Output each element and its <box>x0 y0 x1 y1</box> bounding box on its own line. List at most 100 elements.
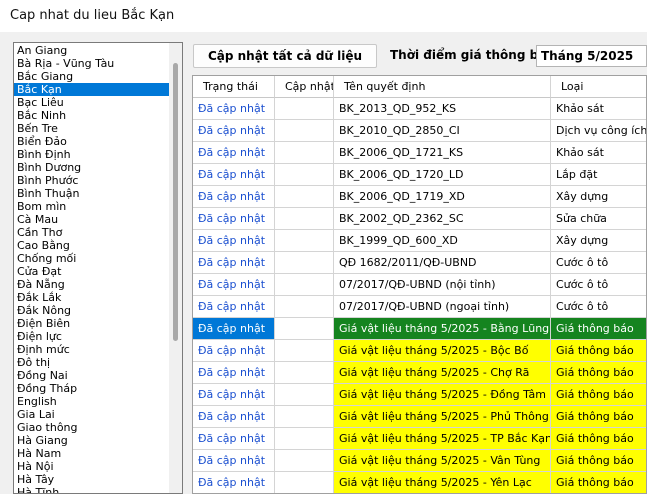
update-cell[interactable] <box>275 384 334 406</box>
type-cell[interactable]: Giá thông báo <box>551 472 646 493</box>
type-cell[interactable]: Giá thông báo <box>551 384 646 406</box>
decision-name-cell[interactable]: BK_1999_QD_600_XD <box>334 230 551 252</box>
type-cell[interactable]: Xây dựng <box>551 230 646 252</box>
table-row[interactable]: Đã cập nhật 07/2017/QĐ-UBND (ngoại tỉnh) C… <box>193 296 646 318</box>
province-item[interactable]: Cao Bằng <box>14 239 170 252</box>
province-item[interactable]: Bình Định <box>14 148 170 161</box>
table-row[interactable]: Đã cập nhật BK_2006_QD_1720_LD Lắp đặt <box>193 164 646 186</box>
decision-name-cell[interactable]: Giá vật liệu tháng 5/2025 - Yên Lạc <box>334 472 551 493</box>
decision-name-cell[interactable]: Giá vật liệu tháng 5/2025 - TP Bắc Kạn <box>334 428 551 450</box>
update-all-button[interactable]: Cập nhật tất cả dữ liệu <box>193 44 377 68</box>
update-cell[interactable] <box>275 142 334 164</box>
status-cell[interactable]: Đã cập nhật <box>193 274 275 296</box>
table-row[interactable]: Đã cập nhật Giá vật liệu tháng 5/2025 - Đ… <box>193 384 646 406</box>
decision-name-cell[interactable]: Giá vật liệu tháng 5/2025 - Bộc Bố <box>334 340 551 362</box>
decision-name-cell[interactable]: BK_2006_QD_1720_LD <box>334 164 551 186</box>
decision-name-cell[interactable]: Giá vật liệu tháng 5/2025 - Vân Tùng <box>334 450 551 472</box>
column-header-update[interactable]: Cập nhật <box>275 76 334 98</box>
table-row[interactable]: Đã cập nhật 07/2017/QĐ-UBND (nội tỉnh) Cướ… <box>193 274 646 296</box>
update-cell[interactable] <box>275 98 334 120</box>
update-cell[interactable] <box>275 472 334 493</box>
status-cell[interactable]: Đã cập nhật <box>193 384 275 406</box>
update-cell[interactable] <box>275 450 334 472</box>
province-item[interactable]: Hà Giang <box>14 434 170 447</box>
province-item[interactable]: Cà Mau <box>14 213 170 226</box>
decision-name-cell[interactable]: QĐ 1682/2011/QĐ-UBND <box>334 252 551 274</box>
status-cell[interactable]: Đã cập nhật <box>193 164 275 186</box>
status-cell[interactable]: Đã cập nhật <box>193 252 275 274</box>
type-cell[interactable]: Cước ô tô <box>551 252 646 274</box>
update-cell[interactable] <box>275 230 334 252</box>
province-item[interactable]: Bến Tre <box>14 122 170 135</box>
type-cell[interactable]: Cước ô tô <box>551 296 646 318</box>
decision-name-cell[interactable]: 07/2017/QĐ-UBND (nội tỉnh) <box>334 274 551 296</box>
status-cell[interactable]: Đã cập nhật <box>193 340 275 362</box>
province-item[interactable]: Cần Thơ <box>14 226 170 239</box>
province-item[interactable]: Hà Nam <box>14 447 170 460</box>
province-item[interactable]: Hà Tây <box>14 473 170 486</box>
status-cell[interactable]: Đã cập nhật <box>193 450 275 472</box>
province-item[interactable]: Bạc Liêu <box>14 96 170 109</box>
province-item[interactable]: Hà Tĩnh <box>14 486 170 493</box>
province-item[interactable]: Đô thị <box>14 356 170 369</box>
province-item[interactable]: Định mức <box>14 343 170 356</box>
type-cell[interactable]: Giá thông báo <box>551 362 646 384</box>
type-cell[interactable]: Giá thông báo <box>551 340 646 362</box>
table-row[interactable]: Đã cập nhật Giá vật liệu tháng 5/2025 - B… <box>193 340 646 362</box>
column-header-name[interactable]: Tên quyết định <box>334 76 551 98</box>
status-cell[interactable]: Đã cập nhật <box>193 120 275 142</box>
update-cell[interactable] <box>275 318 334 340</box>
decision-name-cell[interactable]: 07/2017/QĐ-UBND (ngoại tỉnh) <box>334 296 551 318</box>
status-cell[interactable]: Đã cập nhật <box>193 428 275 450</box>
status-cell[interactable]: Đã cập nhật <box>193 472 275 493</box>
update-cell[interactable] <box>275 186 334 208</box>
province-item[interactable]: Chống mối <box>14 252 170 265</box>
decision-name-cell[interactable]: BK_2006_QD_1719_XD <box>334 186 551 208</box>
province-item[interactable]: Đắk Lắk <box>14 291 170 304</box>
decision-name-cell[interactable]: Giá vật liệu tháng 5/2025 - Đồng Tâm <box>334 384 551 406</box>
table-row[interactable]: Đã cập nhật QĐ 1682/2011/QĐ-UBND Cước ô tô <box>193 252 646 274</box>
province-item[interactable]: Bình Dương <box>14 161 170 174</box>
decision-name-cell[interactable]: Giá vật liệu tháng 5/2025 - Phủ Thông <box>334 406 551 428</box>
province-item[interactable]: Đà Nẵng <box>14 278 170 291</box>
type-cell[interactable]: Giá thông báo <box>551 406 646 428</box>
update-cell[interactable] <box>275 340 334 362</box>
status-cell[interactable]: Đã cập nhật <box>193 296 275 318</box>
column-header-status[interactable]: Trạng thái <box>193 76 275 98</box>
status-cell[interactable]: Đã cập nhật <box>193 230 275 252</box>
province-list-scrollbar[interactable] <box>169 43 182 493</box>
period-select[interactable]: Tháng 5/2025 <box>536 45 647 67</box>
update-cell[interactable] <box>275 252 334 274</box>
province-item[interactable]: Hà Nội <box>14 460 170 473</box>
decision-name-cell[interactable]: Giá vật liệu tháng 5/2025 - Bằng Lũng <box>334 318 551 340</box>
status-cell[interactable]: Đã cập nhật <box>193 406 275 428</box>
province-item[interactable]: An Giang <box>14 44 170 57</box>
update-cell[interactable] <box>275 296 334 318</box>
type-cell[interactable]: Sửa chữa <box>551 208 646 230</box>
decision-name-cell[interactable]: Giá vật liệu tháng 5/2025 - Chợ Rã <box>334 362 551 384</box>
status-cell[interactable]: Đã cập nhật <box>193 208 275 230</box>
table-row[interactable]: Đã cập nhật BK_2002_QD_2362_SC Sửa chữa <box>193 208 646 230</box>
decision-name-cell[interactable]: BK_2006_QD_1721_KS <box>334 142 551 164</box>
province-item[interactable]: Điện lực <box>14 330 170 343</box>
update-cell[interactable] <box>275 428 334 450</box>
type-cell[interactable]: Giá thông báo <box>551 318 646 340</box>
status-cell[interactable]: Đã cập nhật <box>193 362 275 384</box>
column-header-type[interactable]: Loại <box>551 76 646 98</box>
type-cell[interactable]: Cước ô tô <box>551 274 646 296</box>
decision-name-cell[interactable]: BK_2013_QD_952_KS <box>334 98 551 120</box>
status-cell[interactable]: Đã cập nhật <box>193 186 275 208</box>
province-item[interactable]: Bắc Kạn <box>14 83 170 96</box>
type-cell[interactable]: Xây dựng <box>551 186 646 208</box>
type-cell[interactable]: Khảo sát <box>551 98 646 120</box>
table-row[interactable]: Đã cập nhật Giá vật liệu tháng 5/2025 - C… <box>193 362 646 384</box>
update-cell[interactable] <box>275 120 334 142</box>
decision-name-cell[interactable]: BK_2002_QD_2362_SC <box>334 208 551 230</box>
decision-grid[interactable]: Trạng thái Cập nhật Tên quyết định Loại … <box>192 75 647 494</box>
province-item[interactable]: Điện Biên <box>14 317 170 330</box>
province-item[interactable]: Bình Phước <box>14 174 170 187</box>
province-item[interactable]: Bắc Ninh <box>14 109 170 122</box>
type-cell[interactable]: Dịch vụ công ích <box>551 120 646 142</box>
table-row[interactable]: Đã cập nhật Giá vật liệu tháng 5/2025 - Y… <box>193 472 646 493</box>
status-cell[interactable]: Đã cập nhật <box>193 142 275 164</box>
